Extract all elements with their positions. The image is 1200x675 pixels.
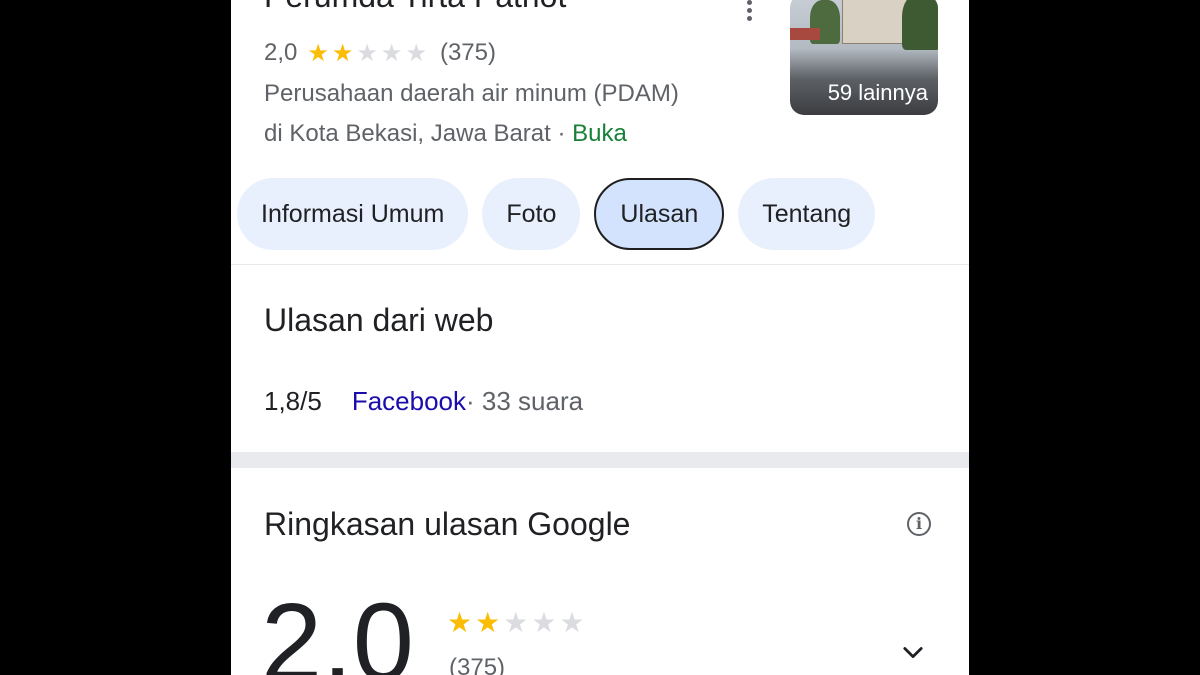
web-review-votes: · 33 suara bbox=[466, 386, 584, 416]
rating-stars: ★ ★ ★ ★ ★ bbox=[307, 39, 430, 68]
separator: · bbox=[550, 120, 573, 147]
web-reviews-title: Ulasan dari web bbox=[264, 302, 494, 338]
info-icon[interactable]: i bbox=[907, 512, 931, 536]
google-summary-stars: ★★★★★ bbox=[447, 606, 588, 639]
photo-thumbnail[interactable]: 59 lainnya bbox=[790, 0, 938, 115]
open-status: Buka bbox=[572, 120, 627, 147]
place-title: Perumda Tirta Patriot bbox=[264, 0, 566, 15]
star-icon: ★ bbox=[356, 39, 381, 67]
google-summary-score: 2,0 bbox=[261, 581, 414, 675]
star-icon: ★ bbox=[331, 39, 357, 67]
tab-ulasan[interactable]: Ulasan bbox=[594, 178, 725, 250]
place-location: di Kota Bekasi, Jawa Barat bbox=[264, 120, 551, 147]
star-icon: ★ bbox=[503, 607, 532, 638]
web-review-source-link[interactable]: Facebook bbox=[352, 386, 466, 417]
star-icon: ★ bbox=[447, 607, 476, 638]
tab-informasi-umum[interactable]: Informasi Umum bbox=[237, 178, 469, 250]
section-divider bbox=[231, 452, 969, 468]
place-category: Perusahaan daerah air minum (PDAM) bbox=[264, 80, 679, 107]
google-summary-title: Ringkasan ulasan Google bbox=[264, 506, 631, 542]
star-icon: ★ bbox=[559, 607, 588, 638]
star-icon: ★ bbox=[405, 39, 430, 67]
photo-more-label: 59 lainnya bbox=[827, 80, 928, 105]
star-icon: ★ bbox=[531, 607, 560, 638]
star-icon: ★ bbox=[307, 39, 332, 67]
web-review-row: 1,8/5 Facebook · 33 suara bbox=[264, 386, 583, 417]
google-summary-count[interactable]: (375) bbox=[449, 654, 505, 675]
tab-bar: Informasi Umum Foto Ulasan Tentang bbox=[237, 178, 876, 250]
star-icon: ★ bbox=[380, 39, 406, 67]
tab-tentang[interactable]: Tentang bbox=[738, 178, 876, 250]
web-review-score: 1,8/5 bbox=[264, 386, 322, 416]
tab-foto[interactable]: Foto bbox=[482, 178, 581, 250]
review-count[interactable]: (375) bbox=[440, 39, 496, 67]
rating-value: 2,0 bbox=[264, 39, 298, 66]
divider bbox=[231, 264, 969, 265]
more-vert-icon[interactable] bbox=[742, 0, 756, 22]
star-icon: ★ bbox=[475, 607, 504, 638]
place-panel: Perumda Tirta Patriot 2,0 ★★★★★ (375) Pe… bbox=[231, 0, 969, 675]
chevron-down-icon[interactable] bbox=[899, 638, 927, 666]
place-location-line: di Kota Bekasi, Jawa Barat · Buka bbox=[264, 120, 627, 148]
rating-row: 2,0 ★ ★ ★ ★ ★ (375) bbox=[264, 37, 496, 69]
